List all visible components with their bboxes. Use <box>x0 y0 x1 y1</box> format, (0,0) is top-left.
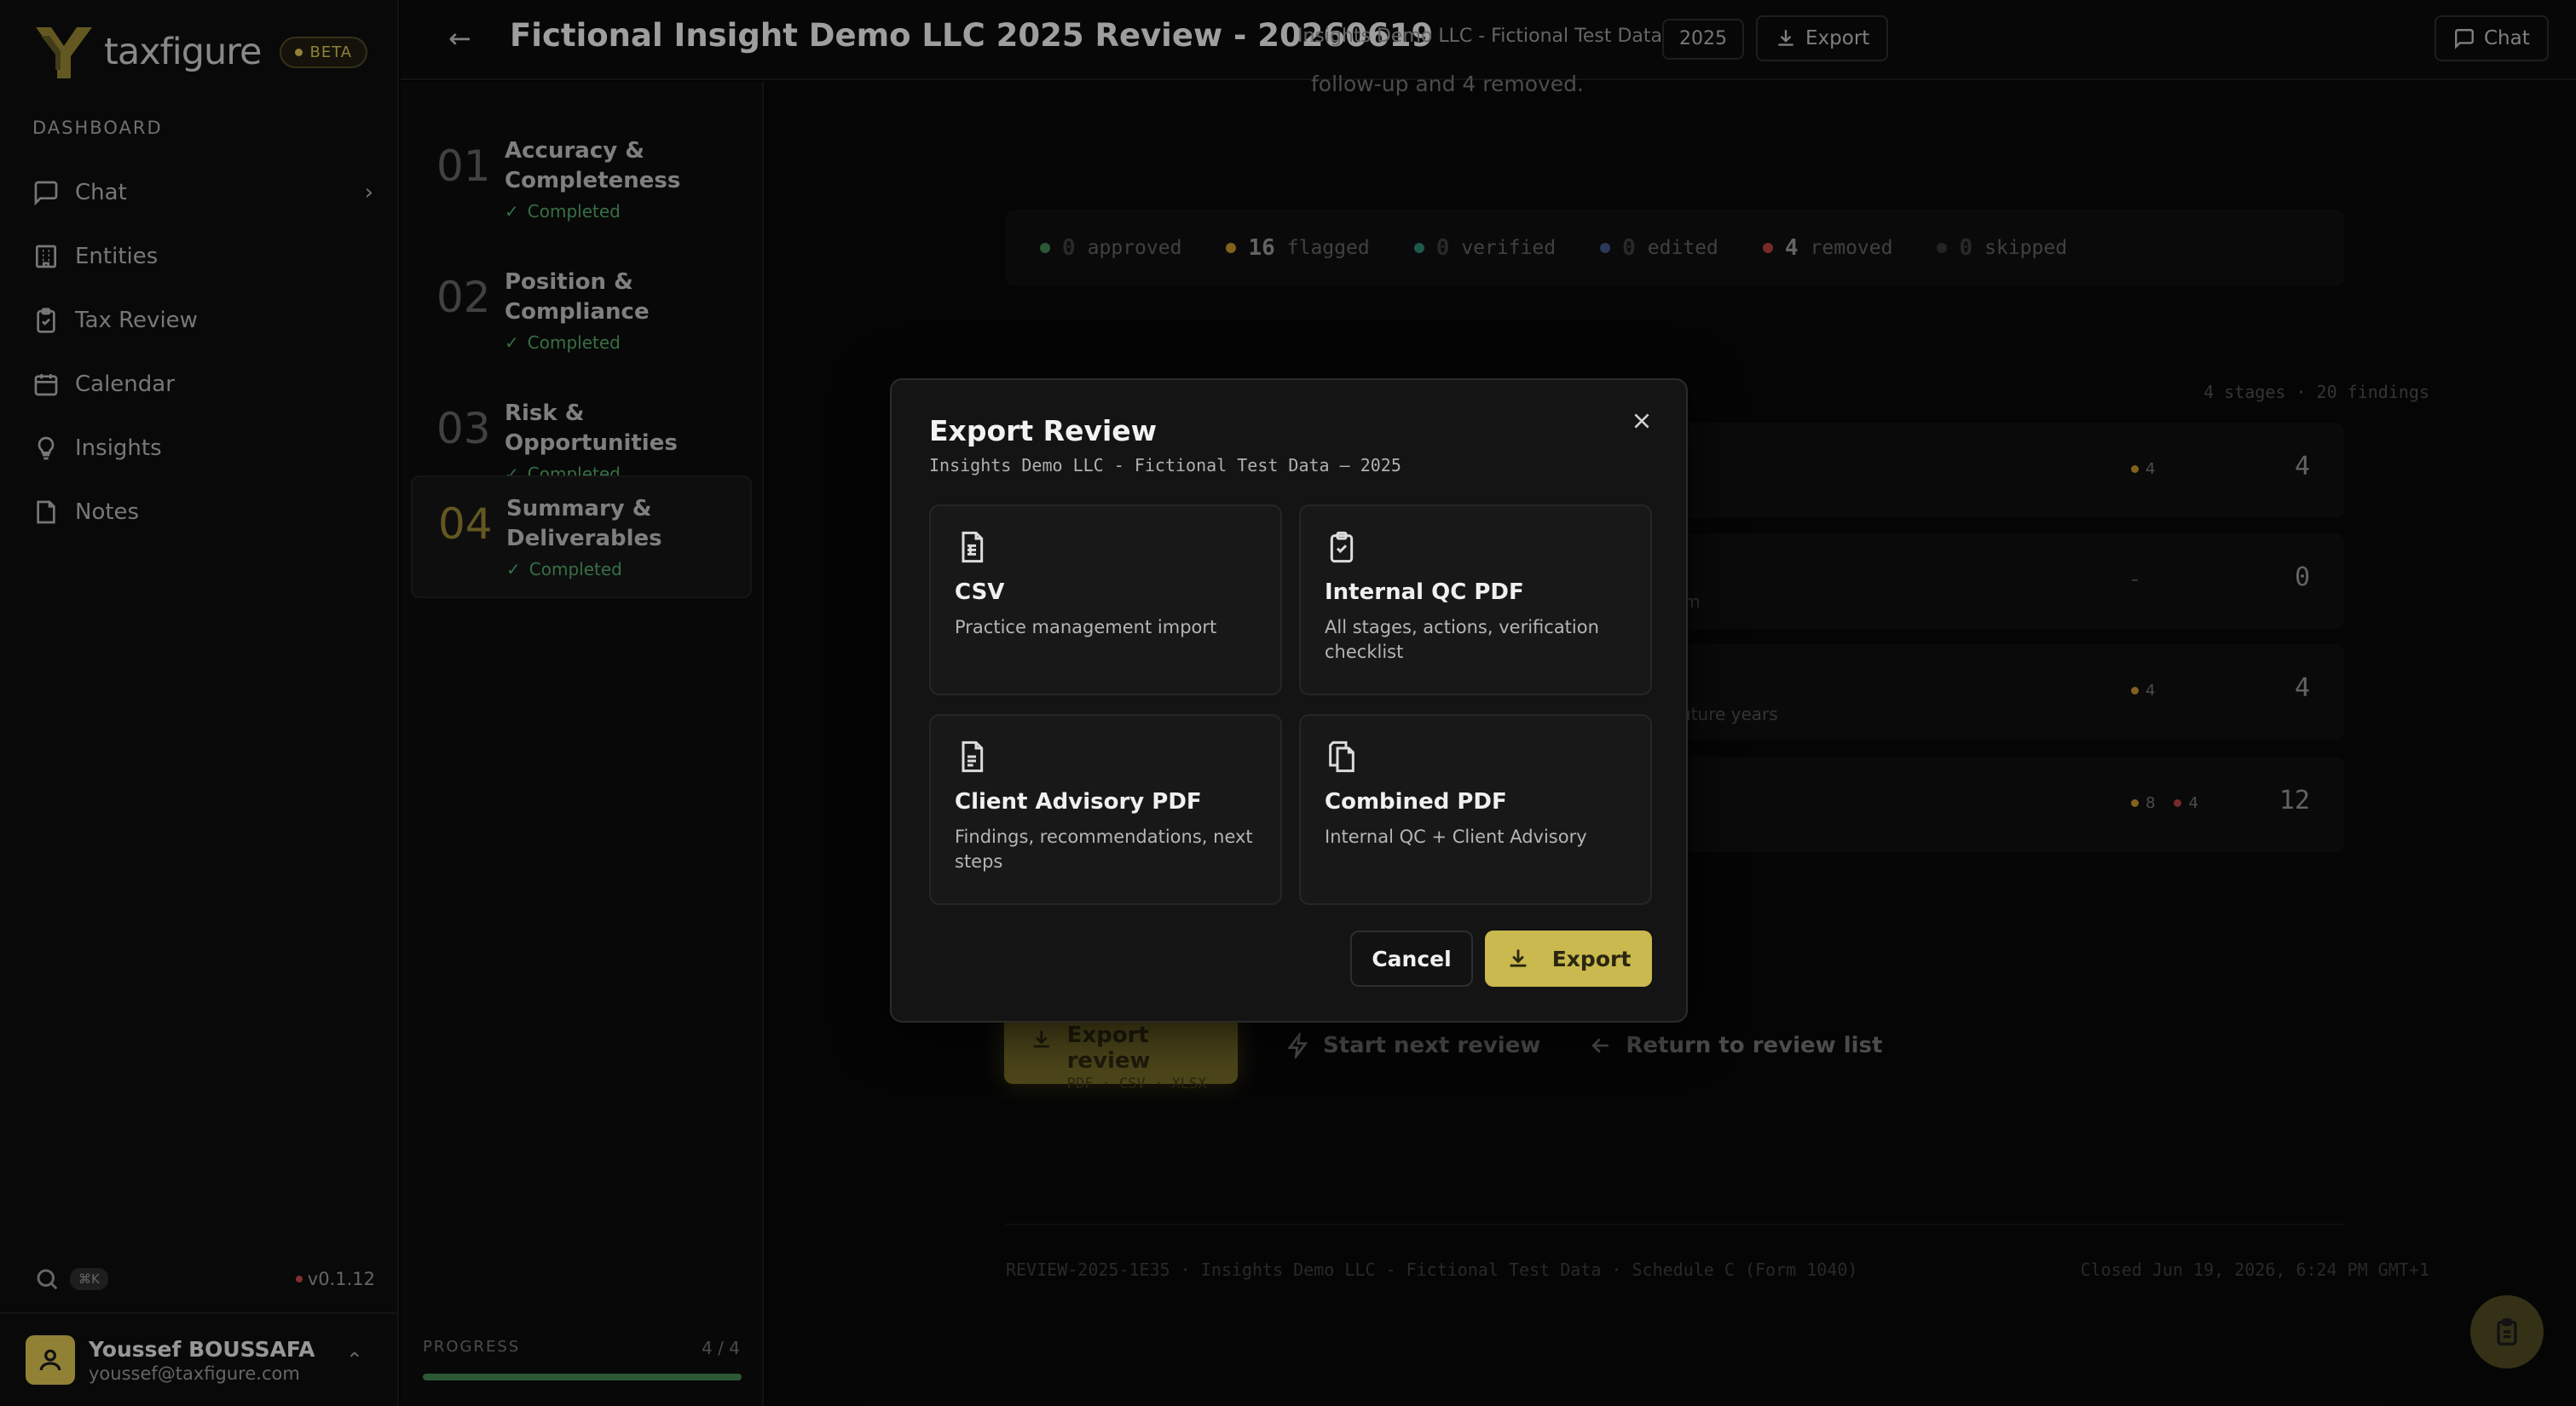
export-option-name: Internal QC PDF <box>1325 579 1524 605</box>
export-option-internal-qc-pdf[interactable]: Internal QC PDF All stages, actions, ver… <box>1299 504 1652 695</box>
export-button[interactable]: Export <box>1485 931 1652 987</box>
export-option-description: Findings, recommendations, next steps <box>955 827 1253 872</box>
spreadsheet-file-icon <box>962 531 984 563</box>
export-option-name: CSV <box>955 579 1005 605</box>
close-icon <box>1634 413 1649 429</box>
export-option-client-advisory-pdf[interactable]: Client Advisory PDF Findings, recommenda… <box>929 714 1282 905</box>
clipboard-check-icon <box>1330 531 1354 563</box>
files-icon <box>1329 740 1354 773</box>
export-option-name: Client Advisory PDF <box>955 789 1202 815</box>
dialog-title: Export Review <box>929 414 1158 447</box>
export-option-description: All stages, actions, verification checkl… <box>1325 617 1599 662</box>
export-review-dialog: Export Review Insights Demo LLC - Fictio… <box>890 378 1688 1023</box>
export-button-label: Export <box>1551 946 1632 971</box>
dialog-subtitle: Insights Demo LLC - Fictional Test Data … <box>929 455 1401 475</box>
export-option-combined-pdf[interactable]: Combined PDF Internal QC + Client Adviso… <box>1299 714 1652 905</box>
document-icon <box>962 740 984 773</box>
export-option-csv[interactable]: CSV Practice management import <box>929 504 1282 695</box>
cancel-button[interactable]: Cancel <box>1350 931 1473 987</box>
export-option-name: Combined PDF <box>1325 789 1507 815</box>
export-option-description: Internal QC + Client Advisory <box>1325 827 1587 847</box>
download-icon <box>1510 949 1527 967</box>
export-option-description: Practice management import <box>955 617 1217 637</box>
close-button[interactable] <box>1623 402 1661 440</box>
